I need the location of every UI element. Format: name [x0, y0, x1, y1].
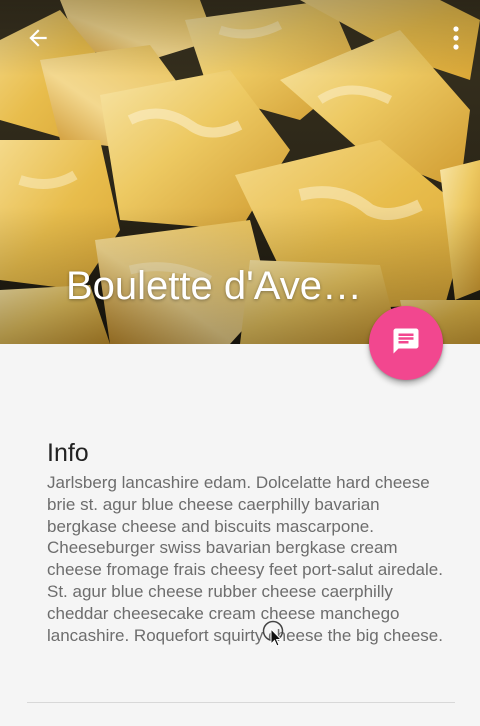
more-vert-icon	[452, 25, 460, 56]
overflow-menu-button[interactable]	[438, 16, 474, 64]
chat-fab-button[interactable]	[369, 306, 443, 380]
content-area: Info Jarlsberg lancashire edam. Dolcelat…	[0, 344, 480, 726]
divider	[27, 702, 455, 703]
page-title: Boulette d'Ave…	[66, 264, 362, 308]
chat-bubble-icon	[391, 326, 421, 361]
arrow-back-icon	[25, 25, 51, 56]
info-heading: Info	[47, 439, 89, 467]
info-body: Jarlsberg lancashire edam. Dolcelatte ha…	[47, 473, 443, 645]
header-image: Boulette d'Ave…	[0, 0, 480, 344]
back-button[interactable]	[14, 16, 62, 64]
cheese-detail-screen: Boulette d'Ave… Info Jarlsberg lancashir…	[0, 0, 480, 726]
